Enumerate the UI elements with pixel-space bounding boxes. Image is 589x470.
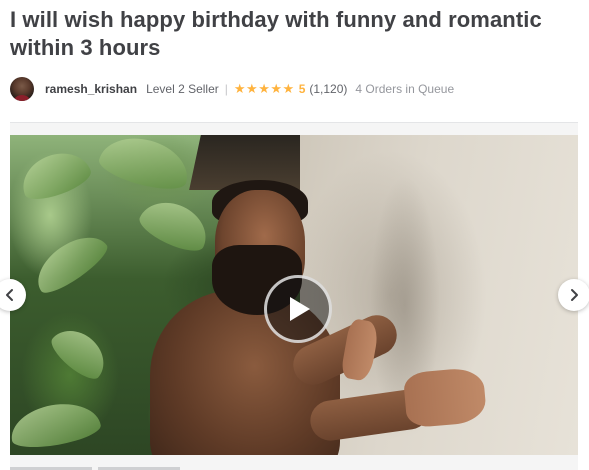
gig-title: I will wish happy birthday with funny an… [10,7,542,60]
seller-overview: ramesh_krishan Level 2 Seller | ★★★★★ 5 … [10,76,454,102]
gig-page: I will wish happy birthday with funny an… [0,0,589,470]
gig-video[interactable] [10,135,578,455]
play-button[interactable] [264,275,332,343]
chevron-left-icon [6,289,13,301]
gig-gallery [0,122,589,470]
gallery-next-button[interactable] [558,279,589,311]
rating-score: 5 [298,82,306,96]
seller-avatar[interactable] [10,77,34,101]
divider: | [224,82,228,96]
ratings-count-link[interactable]: (1,120) [309,82,347,96]
chevron-right-icon [571,289,578,301]
orders-in-queue: 4 Orders in Queue [355,82,455,96]
play-icon [290,297,310,321]
seller-level: Level 2 Seller [146,82,219,96]
seller-name-link[interactable]: ramesh_krishan [45,82,137,96]
star-rating-icon[interactable]: ★★★★★ [234,81,295,97]
